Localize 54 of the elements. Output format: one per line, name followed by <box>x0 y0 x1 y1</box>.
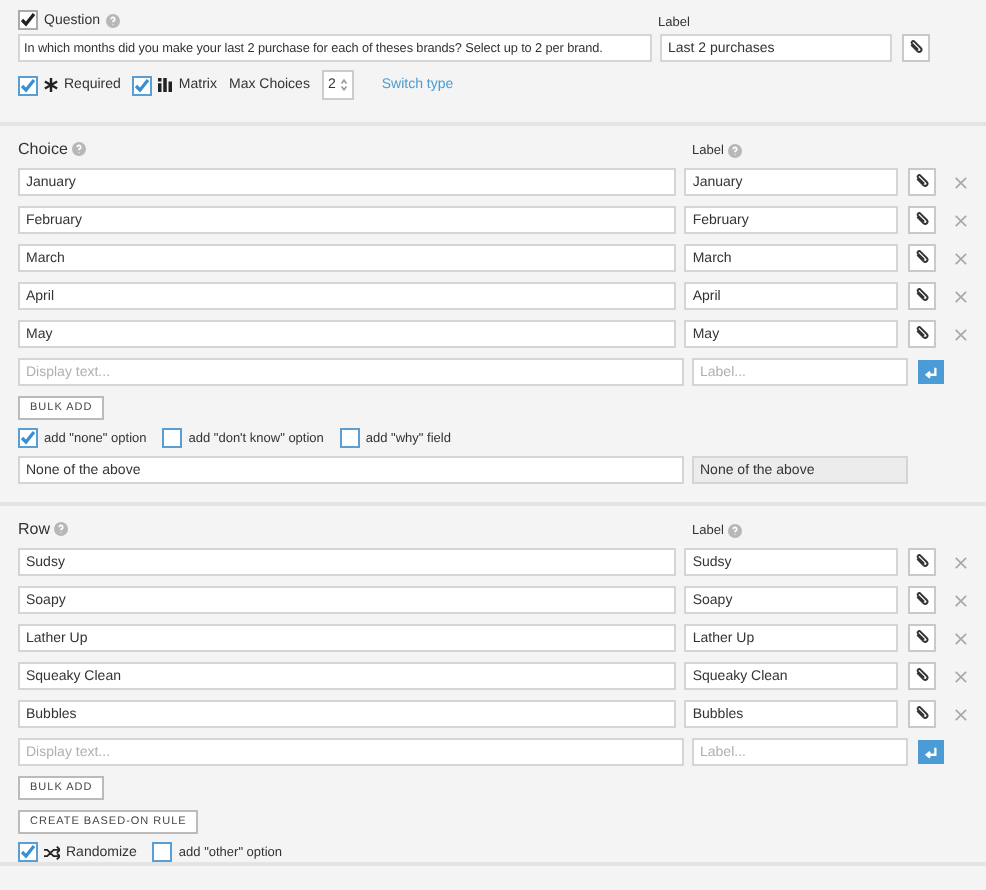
section-heading: Row <box>18 520 51 538</box>
attach-button[interactable] <box>908 662 937 690</box>
checkbox[interactable] <box>162 428 183 448</box>
checkbox[interactable] <box>18 842 38 862</box>
attach-button[interactable] <box>908 586 937 614</box>
remove-icon[interactable] <box>954 555 968 569</box>
asterisk-icon <box>44 78 58 92</box>
help-icon[interactable] <box>727 524 742 538</box>
paperclip-icon <box>914 668 931 684</box>
help-icon[interactable] <box>54 522 69 536</box>
help-icon[interactable] <box>106 13 121 27</box>
attach-button[interactable] <box>908 244 937 272</box>
checkbox[interactable] <box>152 842 173 862</box>
paperclip-icon <box>908 40 924 56</box>
help-icon[interactable] <box>727 144 742 158</box>
attach-button[interactable] <box>908 168 937 196</box>
remove-icon[interactable] <box>954 213 968 227</box>
attach-button[interactable] <box>908 548 937 576</box>
remove-icon[interactable] <box>954 593 968 607</box>
paperclip-icon <box>914 630 931 646</box>
enter-button[interactable] <box>918 740 944 764</box>
grid-icon <box>158 78 173 92</box>
attach-button[interactable] <box>908 282 937 310</box>
paperclip-icon <box>914 706 931 722</box>
remove-icon[interactable] <box>954 251 968 265</box>
paperclip-icon <box>914 554 931 570</box>
attach-button[interactable] <box>908 320 937 348</box>
attach-button[interactable] <box>902 34 930 62</box>
checkbox[interactable] <box>18 428 38 448</box>
remove-icon[interactable] <box>954 175 968 189</box>
paperclip-icon <box>914 326 931 342</box>
remove-icon[interactable] <box>954 669 968 683</box>
checkbox[interactable] <box>339 428 360 448</box>
attach-button[interactable] <box>908 206 937 234</box>
attach-button[interactable] <box>908 624 937 652</box>
section-heading: Choice <box>18 140 68 158</box>
paperclip-icon <box>914 174 931 190</box>
paperclip-icon <box>914 250 931 266</box>
checkbox[interactable] <box>132 75 153 95</box>
return-icon <box>924 365 938 379</box>
help-icon[interactable] <box>71 142 86 156</box>
paperclip-icon <box>914 592 931 608</box>
remove-icon[interactable] <box>954 327 968 341</box>
paperclip-icon <box>914 288 931 304</box>
return-icon <box>924 745 938 759</box>
shuffle-icon <box>44 845 60 859</box>
remove-icon[interactable] <box>954 707 968 721</box>
paperclip-icon <box>914 212 931 228</box>
attach-button[interactable] <box>908 700 937 728</box>
remove-icon[interactable] <box>954 631 968 645</box>
checkbox[interactable] <box>18 75 38 95</box>
enter-button[interactable] <box>918 360 944 384</box>
remove-icon[interactable] <box>954 289 968 303</box>
checkbox[interactable] <box>18 10 38 30</box>
